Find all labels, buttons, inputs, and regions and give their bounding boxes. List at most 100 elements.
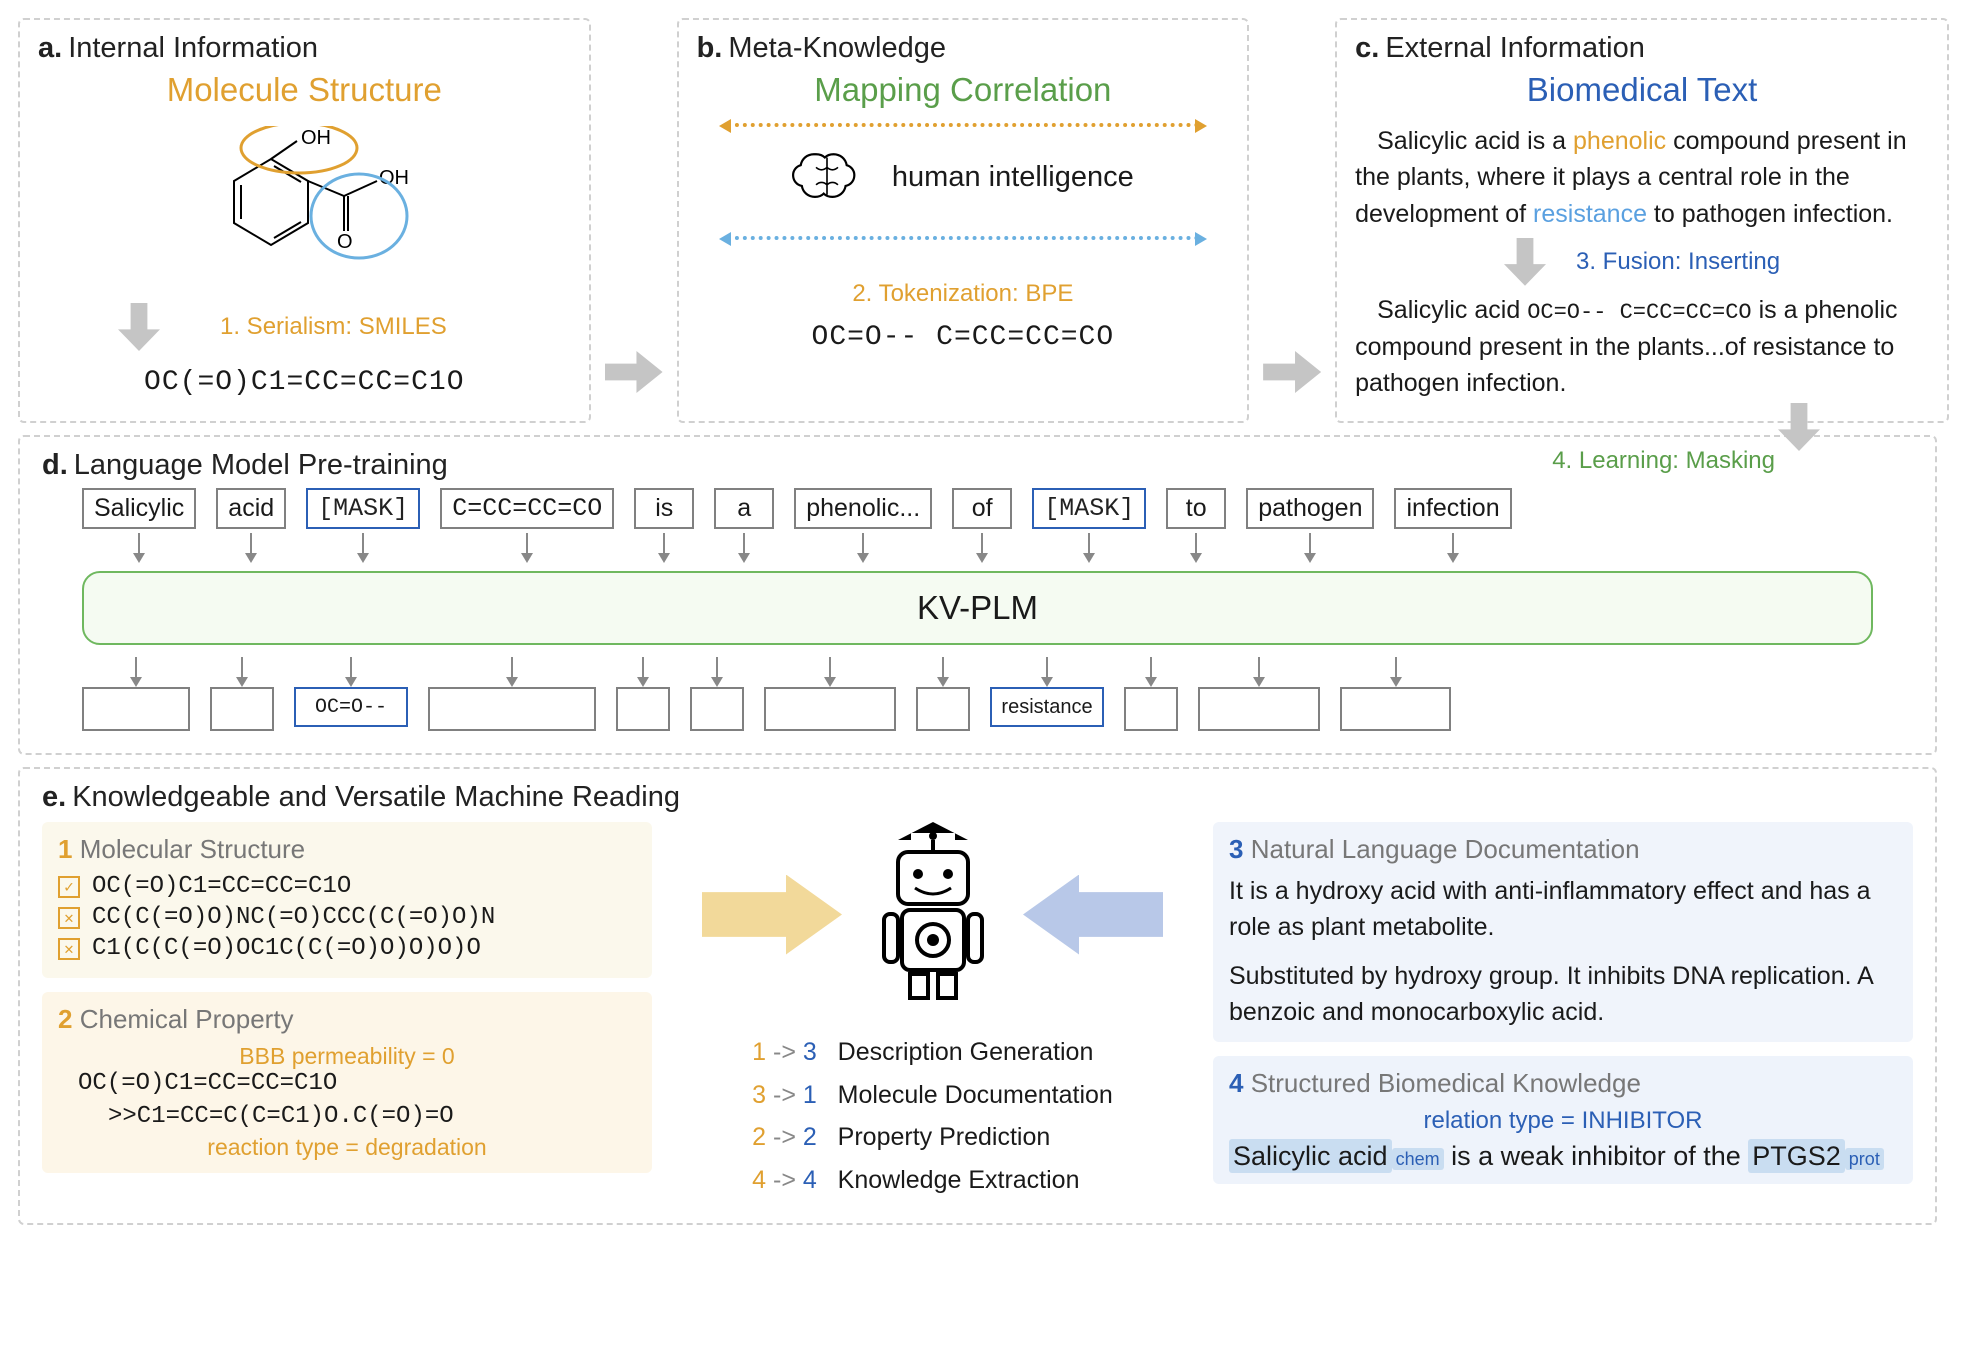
input-token: pathogen <box>1246 488 1374 529</box>
card-3-title: 3 Natural Language Documentation <box>1229 834 1897 865</box>
thin-arrow-down-icon <box>356 533 370 563</box>
token-col: to <box>1166 488 1226 563</box>
token-col: pathogen <box>1246 488 1374 563</box>
output-token-empty <box>764 687 896 731</box>
token-col: of <box>952 488 1012 563</box>
task-row: 2 -> 2 Property Prediction <box>752 1116 1113 1159</box>
tag-chem: chem <box>1392 1148 1444 1170</box>
out-col <box>1340 653 1451 731</box>
token-col: Salicylic <box>82 488 196 563</box>
entity-chem: Salicylic acid <box>1229 1139 1392 1173</box>
token-col: is <box>634 488 694 563</box>
panel-external-information: c.External Information Biomedical Text S… <box>1335 18 1949 423</box>
card3-p1: It is a hydroxy acid with anti-inflammat… <box>1229 873 1897 946</box>
task-row: 1 -> 3 Description Generation <box>752 1031 1113 1074</box>
out-col <box>616 653 670 731</box>
step-2-label: 2. Tokenization: BPE <box>697 280 1230 308</box>
output-token-empty <box>1198 687 1320 731</box>
thin-arrow-down-icon <box>1144 657 1158 687</box>
token-col: a <box>714 488 774 563</box>
panel-d-letter: d. <box>42 449 68 481</box>
panel-meta-knowledge: b.Meta-Knowledge Mapping Correlation hum… <box>677 18 1250 423</box>
input-token: acid <box>216 488 286 529</box>
output-token-filled: resistance <box>990 687 1104 727</box>
panel-b-title: Meta-Knowledge <box>728 32 946 64</box>
thin-arrow-down-icon <box>1040 657 1054 687</box>
out-col <box>210 653 274 731</box>
tag-prot: prot <box>1845 1148 1884 1170</box>
step-1-label: 1. Serialism: SMILES <box>180 313 571 341</box>
card-title-text: Molecular Structure <box>80 834 305 864</box>
brain-icon <box>792 145 862 210</box>
token-col: [MASK] <box>1032 488 1146 563</box>
panel-versatile-reading: e.Knowledgeable and Versatile Machine Re… <box>18 767 1937 1225</box>
smiles-text: OC(=O)C1=CC=CC=C1O <box>92 873 351 900</box>
card-molecular-structure: 1 Molecular Structure ✓OC(=O)C1=CC=CC=C1… <box>42 822 652 978</box>
inserted-smiles: OC=O-- C=CC=CC=CO <box>1527 300 1751 325</box>
out-col <box>1124 653 1178 731</box>
smiles-text: CC(C(=O)O)NC(=O)CCC(C(=O)O)N <box>92 904 495 931</box>
thin-arrow-down-icon <box>1303 533 1317 563</box>
card3-p2: Substituted by hydroxy group. It inhibit… <box>1229 958 1897 1031</box>
panel-pretraining: d.Language Model Pre-training 4. Learnin… <box>18 435 1937 755</box>
resistance-word: resistance <box>1533 200 1647 228</box>
task-mapping-list: 1 -> 3 Description Generation3 -> 1 Mole… <box>752 1031 1113 1201</box>
card2-smiles-1: OC(=O)C1=CC=CC=C1O <box>78 1070 636 1097</box>
card-title-text: Natural Language Documentation <box>1251 834 1640 864</box>
input-token: phenolic... <box>794 488 932 529</box>
output-token-empty <box>690 687 744 731</box>
output-token-empty <box>428 687 596 731</box>
panel-b-header: b.Meta-Knowledge <box>697 32 1230 65</box>
card-4-title: 4 Structured Biomedical Knowledge <box>1229 1068 1897 1099</box>
text-span: Salicylic acid is a <box>1377 127 1573 155</box>
thin-arrow-down-icon <box>244 533 258 563</box>
output-token-empty <box>1340 687 1451 731</box>
output-token-empty <box>916 687 970 731</box>
smiles-option-row: ✓OC(=O)C1=CC=CC=C1O <box>58 873 636 900</box>
thin-arrow-down-icon <box>856 533 870 563</box>
smiles-text: C1(C(C(=O)OC1C(C(=O)O)O)O)O <box>92 935 481 962</box>
thin-arrow-down-icon <box>344 657 358 687</box>
panel-a-letter: a. <box>38 32 62 64</box>
input-token: of <box>952 488 1012 529</box>
thin-arrow-down-icon <box>505 657 519 687</box>
card-title-text: Chemical Property <box>80 1004 294 1034</box>
panel-e-title: Knowledgeable and Versatile Machine Read… <box>72 781 680 813</box>
out-col <box>690 653 744 731</box>
dotted-arrow-blue-icon <box>727 236 1200 240</box>
panel-e-letter: e. <box>42 781 66 813</box>
cross-icon: ✕ <box>58 938 80 960</box>
panel-c-header: c.External Information <box>1355 32 1929 65</box>
input-token: is <box>634 488 694 529</box>
input-token: [MASK] <box>306 488 420 529</box>
panel-a-subtitle: Molecule Structure <box>38 71 571 109</box>
out-col: resistance <box>990 653 1104 727</box>
card-num: 4 <box>1229 1068 1243 1098</box>
bbb-label: BBB permeability = 0 <box>58 1043 636 1070</box>
output-token-row: OC=O-- resistance <box>42 653 1913 731</box>
task-row: 4 -> 4 Knowledge Extraction <box>752 1159 1113 1202</box>
smiles-option-row: ✕CC(C(=O)O)NC(=O)CCC(C(=O)O)N <box>58 904 636 931</box>
thin-arrow-down-icon <box>823 657 837 687</box>
panel-c-title: External Information <box>1385 32 1645 64</box>
molecule-svg: OH O OH <box>179 126 429 291</box>
token-col: [MASK] <box>306 488 420 563</box>
text-span: to pathogen infection. <box>1647 200 1893 228</box>
fat-arrow-left-icon <box>1023 875 1163 955</box>
arrow-down-icon <box>118 303 160 351</box>
thin-arrow-down-icon <box>129 657 143 687</box>
biomedical-text-1: Salicylic acid is a phenolic compound pr… <box>1355 123 1929 232</box>
panel-e-header: e.Knowledgeable and Versatile Machine Re… <box>42 781 1913 814</box>
card-num: 2 <box>58 1004 72 1034</box>
thin-arrow-down-icon <box>737 533 751 563</box>
arrow-down-icon <box>1504 238 1546 286</box>
input-token: [MASK] <box>1032 488 1146 529</box>
output-token-filled: OC=O-- <box>294 687 408 727</box>
out-col <box>82 653 190 731</box>
relation-sentence: Salicylic acidchem is a weak inhibitor o… <box>1229 1141 1897 1172</box>
step-3-label: 3. Fusion: Inserting <box>1576 248 1780 276</box>
input-token: to <box>1166 488 1226 529</box>
out-col <box>428 653 596 731</box>
panel-a-header: a.Internal Information <box>38 32 571 65</box>
card-1-title: 1 Molecular Structure <box>58 834 636 865</box>
